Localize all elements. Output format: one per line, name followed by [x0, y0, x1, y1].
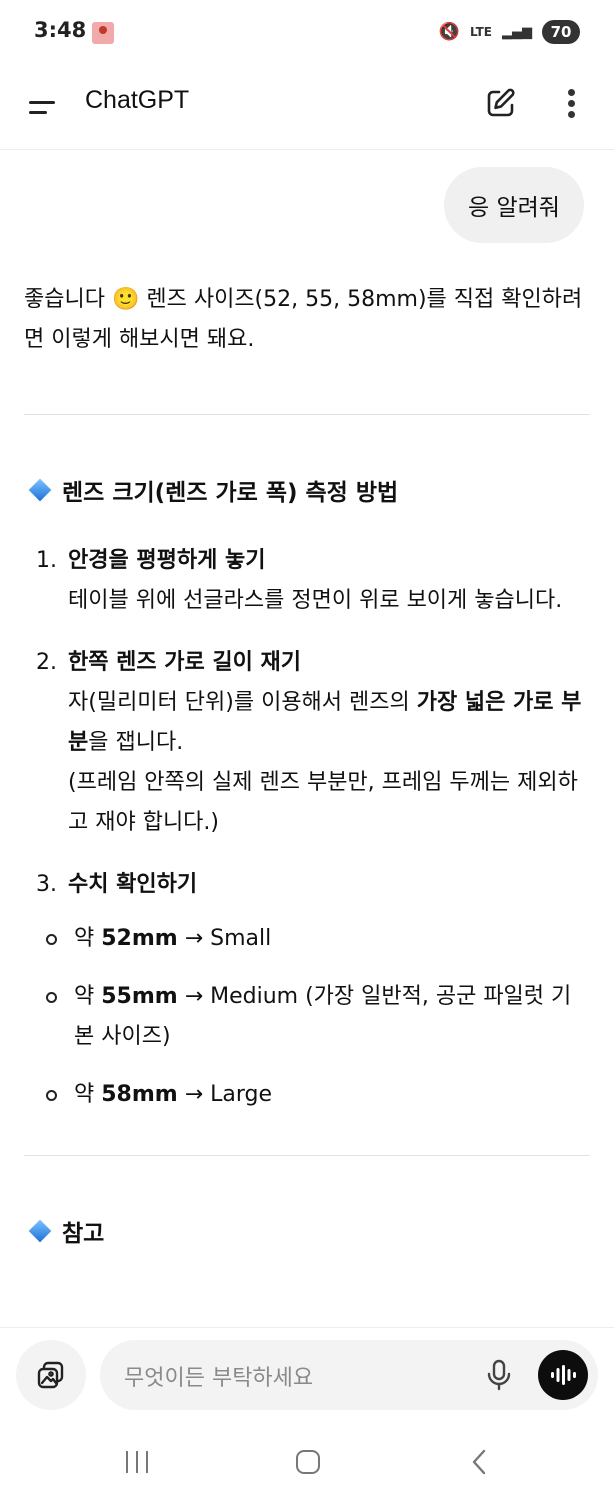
- image-attach-button[interactable]: [16, 1340, 86, 1410]
- blue-diamond-icon: [28, 478, 52, 502]
- hollow-bullet-icon: [46, 934, 57, 945]
- signal-icon: ▂▄▆: [502, 24, 532, 40]
- back-icon[interactable]: [468, 1449, 492, 1475]
- step-title: 수치 확인하기: [68, 872, 198, 897]
- size-list-item: 약 55mm → Medium (가장 일반적, 공군 파일럿 기본 사이즈): [24, 977, 590, 1057]
- list-item: 1. 안경을 평평하게 놓기 테이블 위에 선글라스를 정면이 위로 보이게 놓…: [24, 541, 590, 621]
- step-body: 테이블 위에 선글라스를 정면이 위로 보이게 놓습니다.: [68, 588, 563, 613]
- recents-icon[interactable]: [124, 1451, 150, 1473]
- microphone-icon[interactable]: [484, 1358, 514, 1392]
- step-title: 한쪽 렌즈 가로 길이 재기: [68, 650, 302, 675]
- status-indicators: 🔇 LTE ▂▄▆ 70: [439, 20, 580, 44]
- blue-diamond-icon: [28, 1219, 52, 1243]
- steps-list: 1. 안경을 평평하게 놓기 테이블 위에 선글라스를 정면이 위로 보이게 놓…: [24, 541, 590, 1115]
- voice-mode-button[interactable]: [538, 1350, 588, 1400]
- composer: 무엇이든 부탁하세요: [0, 1327, 614, 1423]
- new-chat-edit-icon[interactable]: [484, 86, 518, 120]
- step-title: 안경을 평평하게 놓기: [68, 548, 266, 573]
- section-heading: 참고: [24, 1214, 590, 1248]
- step-note: (프레임 안쪽의 실제 렌즈 부분만, 프레임 두께는 제외하고 재야 합니다.…: [68, 770, 578, 835]
- assistant-message: 좋습니다 🙂 렌즈 사이즈(52, 55, 58mm)를 직접 확인하려면 이렇…: [24, 280, 590, 1248]
- smile-emoji-icon: 🙂: [111, 287, 140, 312]
- notification-icon: [92, 22, 114, 44]
- size-list: 약 52mm → Small 약 55mm → Medium (가장 일반적, …: [24, 919, 590, 1115]
- lte-icon: LTE: [469, 25, 492, 39]
- list-item: 3. 수치 확인하기 약 52mm → Small 약 55mm → Mediu…: [24, 865, 590, 1115]
- size-list-item: 약 58mm → Large: [24, 1075, 590, 1115]
- app-header: ChatGPT: [0, 66, 614, 150]
- status-time: 3:48: [34, 18, 87, 42]
- message-input[interactable]: 무엇이든 부탁하세요: [100, 1340, 598, 1410]
- image-attach-icon: [37, 1361, 64, 1389]
- home-icon[interactable]: [296, 1450, 320, 1474]
- list-item: 2. 한쪽 렌즈 가로 길이 재기 자(밀리미터 단위)를 이용해서 렌즈의 가…: [24, 643, 590, 843]
- app-title: ChatGPT: [85, 86, 190, 114]
- voice-mode-icon: [551, 1365, 576, 1385]
- status-bar: 3:48 🔇 LTE ▂▄▆ 70: [0, 0, 614, 66]
- hollow-bullet-icon: [46, 992, 57, 1003]
- divider: [24, 414, 590, 415]
- mute-icon: 🔇: [438, 22, 460, 42]
- input-placeholder: 무엇이든 부탁하세요: [124, 1366, 314, 1391]
- divider: [24, 1155, 590, 1156]
- assistant-intro: 좋습니다 🙂 렌즈 사이즈(52, 55, 58mm)를 직접 확인하려면 이렇…: [24, 287, 583, 352]
- menu-icon[interactable]: [26, 92, 58, 124]
- system-nav-bar: [0, 1423, 614, 1500]
- hollow-bullet-icon: [46, 1090, 57, 1101]
- size-list-item: 약 52mm → Small: [24, 919, 590, 959]
- step-body: 자(밀리미터 단위)를 이용해서 렌즈의 가장 넓은 가로 부분을 잽니다.: [68, 690, 582, 755]
- section-heading: 렌즈 크기(렌즈 가로 폭) 측정 방법: [24, 473, 590, 507]
- battery-icon: 70: [542, 20, 580, 44]
- user-message-bubble: 응 알려줘: [444, 167, 584, 243]
- more-vertical-icon[interactable]: [560, 86, 584, 120]
